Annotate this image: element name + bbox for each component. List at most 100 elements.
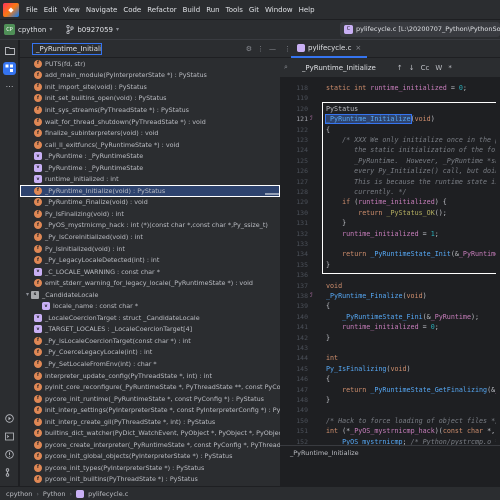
regex-button[interactable]: *: [448, 64, 452, 72]
menu-code[interactable]: Code: [120, 6, 144, 14]
structure-item[interactable]: f init_import_site(void) : PyStatus: [20, 81, 280, 93]
structure-item[interactable]: f _Py_IsLocaleCoercionTarget(const char *…: [20, 335, 280, 347]
menu-tools[interactable]: Tools: [223, 6, 246, 14]
menu-window[interactable]: Window: [262, 6, 296, 14]
structure-item-label: pycore_init_runtime(_PyRuntimeState *, c…: [45, 394, 264, 403]
more-options-icon[interactable]: ⋮: [257, 45, 264, 53]
menu-view[interactable]: View: [60, 6, 83, 14]
line-number: 132: [296, 229, 308, 238]
structure-item-label: pycore_init_builtins(PyThreadState *) : …: [45, 475, 198, 484]
structure-item[interactable]: f init_interp_settings(PyInterpreterState…: [20, 404, 280, 416]
structure-item[interactable]: f builtins_dict_watcher(PyDict_WatchEvent…: [20, 428, 280, 440]
menu-build[interactable]: Build: [180, 6, 204, 14]
git-icon[interactable]: [3, 466, 16, 479]
structure-icon[interactable]: [3, 62, 16, 75]
menu-navigate[interactable]: Navigate: [83, 6, 120, 14]
problems-icon[interactable]: [3, 448, 16, 461]
structure-item[interactable]: v locale_name : const char *: [20, 300, 280, 312]
branch-selector[interactable]: b0927059 ▾: [66, 25, 119, 34]
status-path-item[interactable]: Python: [43, 490, 66, 498]
code-line: void: [326, 281, 343, 290]
code-editor[interactable]: 118 119 120 121 ℐ 122 123 124 125 126 127 128 129 130…: [280, 78, 500, 445]
menu-file[interactable]: File: [23, 6, 41, 14]
gutter-usage-icon[interactable]: ℐ: [310, 115, 313, 122]
structure-item[interactable]: v _LocaleCoercionTarget : struct _Candida…: [20, 312, 280, 324]
structure-item[interactable]: f pycore_create_interpreter(_PyRuntimeSta…: [20, 439, 280, 451]
function-icon: f: [34, 105, 42, 114]
menu-refactor[interactable]: Refactor: [144, 6, 179, 14]
structure-item[interactable]: f _PyRuntime_Finalize(void) : void: [20, 197, 280, 209]
menu-git[interactable]: Git: [246, 6, 262, 14]
function-icon: f: [34, 417, 42, 426]
structure-item[interactable]: f pycore_init_types(PyInterpreterState *)…: [20, 462, 280, 474]
structure-item[interactable]: f emit_stderr_warning_for_legacy_locale(_…: [20, 277, 280, 289]
editor-scrollbar[interactable]: [496, 78, 500, 445]
structure-item[interactable]: f _PyOS_mystrnicmp_hack : int (*)(const c…: [20, 220, 280, 232]
terminal-icon[interactable]: [3, 430, 16, 443]
structure-item[interactable]: v runtime_initialized : int: [20, 173, 280, 185]
structure-item-selected[interactable]: f _PyRuntime_Initialize(void) : PyStatus: [20, 185, 280, 197]
structure-item[interactable]: f init_interp_create_gil(PyThreadState *,…: [20, 416, 280, 428]
structure-item[interactable]: f _Py_LegacyLocaleDetected(int) : int: [20, 254, 280, 266]
status-path-item[interactable]: cpython: [6, 490, 32, 498]
tab-pylifecycle[interactable]: pylifecycle.c ×: [291, 40, 368, 58]
run-icon[interactable]: [3, 412, 16, 425]
match-case-button[interactable]: Cc: [421, 64, 430, 72]
project-selector[interactable]: CP cpython ▾: [4, 24, 52, 35]
menu-edit[interactable]: Edit: [41, 6, 61, 14]
structure-item[interactable]: f Py_IsInitialized(void) : int: [20, 243, 280, 255]
file-path-field[interactable]: C pylifecycle.c [L:\20200707_Python\Pyth…: [340, 22, 500, 37]
structure-item[interactable]: f wait_for_thread_shutdown(PyThreadState …: [20, 116, 280, 128]
structure-item[interactable]: v _PyRuntime : _PyRuntimeState: [20, 162, 280, 174]
structure-item[interactable]: f Py_IsFinalizing(void) : int: [20, 208, 280, 220]
structure-item[interactable]: f _Py_IsCoreInitialized(void) : int: [20, 231, 280, 243]
structure-item[interactable]: f pyinit_core_reconfigure(_PyRuntimeState…: [20, 381, 280, 393]
c-file-icon: [297, 43, 305, 52]
status-path-item[interactable]: pylifecycle.c: [88, 490, 128, 498]
structure-item[interactable]: v _PyRuntime : _PyRuntimeState: [20, 150, 280, 162]
structure-item-label: _Py_IsCoreInitialized(void) : int: [45, 232, 143, 241]
structure-item[interactable]: f finalize_subinterpreters(void) : void: [20, 127, 280, 139]
more-tools-icon[interactable]: ⋯: [3, 80, 16, 93]
structure-search-input[interactable]: _PyRuntime_Initialize: [32, 42, 102, 55]
structure-item[interactable]: f init_sys_streams(PyThreadState *) : PyS…: [20, 104, 280, 116]
structure-item[interactable]: v _C_LOCALE_WARNING : const char *: [20, 266, 280, 278]
function-icon: f: [34, 406, 42, 415]
structure-item[interactable]: f PUTS(fd, str): [20, 58, 280, 70]
line-number: 129: [296, 198, 308, 207]
structure-item-label: wait_for_thread_shutdown(PyThreadState *…: [45, 117, 206, 126]
structure-item[interactable]: f add_main_module(PyInterpreterState *) :…: [20, 70, 280, 82]
project-folder-icon[interactable]: [3, 44, 16, 57]
close-icon[interactable]: ×: [355, 44, 361, 52]
next-match-icon[interactable]: ↓: [409, 64, 415, 72]
structure-item[interactable]: f _Py_CoerceLegacyLocale(int) : int: [20, 347, 280, 359]
structure-item[interactable]: f call_ll_exitfuncs(_PyRuntimeState *) : …: [20, 139, 280, 151]
ide-logo-icon[interactable]: ◆: [3, 2, 19, 17]
menu-help[interactable]: Help: [296, 6, 318, 14]
whole-word-button[interactable]: W: [435, 64, 442, 72]
menu-run[interactable]: Run: [203, 6, 222, 14]
structure-item[interactable]: f init_set_builtins_open(void) : PyStatus: [20, 93, 280, 105]
gutter-usage-icon[interactable]: ℐ: [310, 292, 313, 299]
function-icon: f: [34, 452, 42, 461]
breadcrumb[interactable]: _PyRuntime_Initialize: [280, 445, 500, 459]
structure-item[interactable]: f pycore_init_builtins(PyThreadState *) :…: [20, 474, 280, 486]
find-input[interactable]: _PyRuntime_Initialize: [302, 64, 397, 72]
structure-item[interactable]: f _Py_SetLocaleFromEnv(int) : char *: [20, 358, 280, 370]
hide-panel-icon[interactable]: —: [269, 45, 276, 53]
line-number: 122: [296, 125, 308, 134]
variable-icon: v: [34, 313, 42, 322]
tab-actions-icon[interactable]: ⋮: [284, 45, 291, 53]
line-number: 131: [296, 219, 308, 228]
function-icon: f: [34, 383, 42, 392]
structure-item[interactable]: f pycore_init_runtime(_PyRuntimeState *, …: [20, 393, 280, 405]
chevron-down-icon[interactable]: ▾: [26, 291, 29, 298]
structure-item[interactable]: ▾ s _CandidateLocale: [20, 289, 280, 301]
view-options-icon[interactable]: ⚙: [246, 45, 252, 53]
previous-match-icon[interactable]: ↑: [397, 64, 403, 72]
structure-item[interactable]: f interpreter_update_config(PyThreadState…: [20, 370, 280, 382]
structure-item[interactable]: f pycore_init_global_objects(PyInterprete…: [20, 451, 280, 463]
structure-item[interactable]: v _TARGET_LOCALES : _LocaleCoercionTarget…: [20, 324, 280, 336]
function-icon: f: [34, 429, 42, 438]
line-number: 125: [296, 156, 308, 165]
